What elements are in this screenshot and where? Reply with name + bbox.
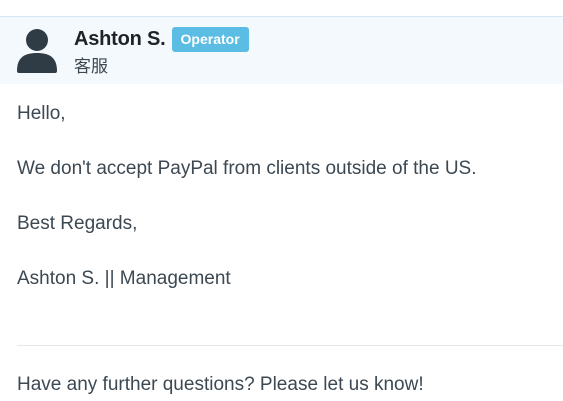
divider [17,345,563,346]
message-text: We don't accept PayPal from clients outs… [17,158,477,179]
message-greeting: Hello, [17,103,66,124]
author-name: Ashton S. [74,27,166,50]
user-silhouette-icon [17,27,57,73]
author-line: Ashton S. Operator [74,25,249,53]
message-closing: Best Regards, [17,213,138,234]
role-badge: Operator [171,26,249,52]
message-header: Ashton S. Operator 客服 [0,16,563,84]
message-body: Hello, We don't accept PayPal from clien… [17,101,547,321]
footer-prompt: Have any further questions? Please let u… [17,374,424,395]
author-subtitle: 客服 [74,57,108,77]
message-signature: Ashton S. || Management [17,268,231,289]
